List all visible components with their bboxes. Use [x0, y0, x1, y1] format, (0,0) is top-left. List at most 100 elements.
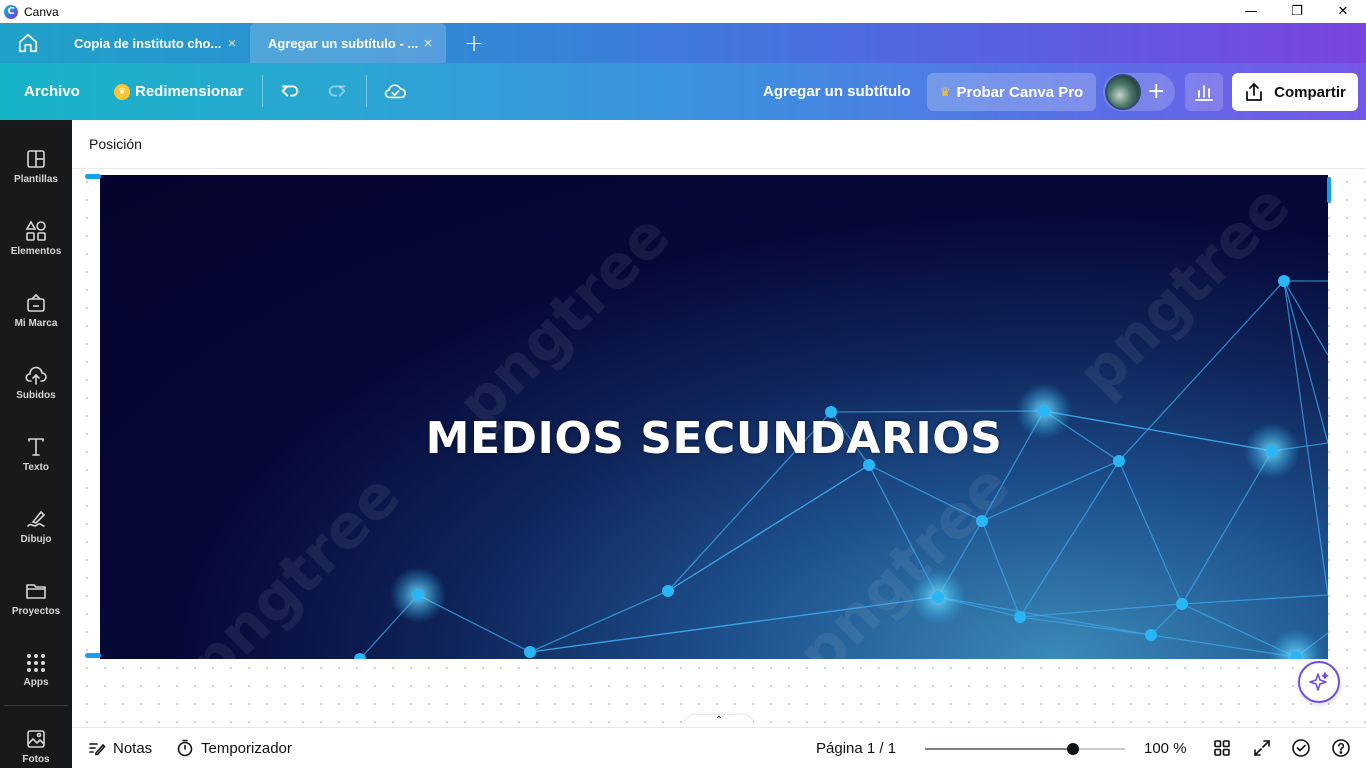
notes-button[interactable]: Notas	[88, 739, 152, 757]
close-window-button[interactable]: ✕	[1320, 0, 1366, 23]
network-node	[976, 515, 988, 527]
network-line	[1150, 603, 1183, 636]
undo-button[interactable]	[274, 75, 306, 107]
uploads-icon	[25, 366, 47, 385]
share-label: Compartir	[1274, 83, 1346, 101]
position-button[interactable]: Posición	[89, 136, 142, 152]
sidebar-item-brand[interactable]: Mi Marca	[0, 280, 72, 340]
sidebar-item-text[interactable]: Texto	[0, 424, 72, 484]
network-line	[937, 596, 1152, 636]
minimize-button[interactable]: —	[1228, 0, 1274, 23]
window-controls: — ❐ ✕	[1228, 0, 1366, 23]
network-line	[981, 520, 1021, 618]
file-menu-button[interactable]: Archivo	[24, 83, 80, 100]
tab-close-icon[interactable]: ×	[420, 35, 436, 52]
network-node	[1278, 275, 1290, 287]
timer-label: Temporizador	[201, 739, 292, 757]
redo-icon	[328, 85, 346, 97]
tab-close-icon[interactable]: ×	[224, 35, 240, 52]
canva-logo-icon: C	[4, 4, 18, 19]
sidebar-item-label: Texto	[23, 461, 49, 473]
sidebar-item-apps[interactable]: Apps	[0, 640, 72, 700]
fullscreen-button[interactable]	[1251, 737, 1273, 759]
sidebar-item-label: Fotos	[22, 754, 50, 765]
crown-icon: ♛	[939, 85, 951, 99]
toolbar-divider	[262, 75, 263, 107]
network-line	[1019, 603, 1183, 618]
zoom-slider-fill	[925, 748, 1073, 750]
network-node	[1145, 629, 1157, 641]
new-tab-button[interactable]: +	[446, 23, 502, 63]
sidebar-divider	[4, 705, 68, 706]
resize-button[interactable]: ♛ Redimensionar	[114, 83, 243, 100]
sidebar-item-label: Apps	[23, 676, 49, 688]
network-line	[1118, 460, 1183, 605]
headline-text[interactable]: MEDIOS SECUNDARIOS	[100, 413, 1328, 464]
share-button[interactable]: Compartir	[1232, 73, 1358, 111]
apps-icon	[27, 653, 45, 672]
network-line	[830, 410, 1045, 413]
elements-icon	[25, 219, 46, 241]
sidebar-item-elements[interactable]: Elementos	[0, 208, 72, 268]
pages-panel-toggle[interactable]: ⌃	[684, 715, 754, 727]
network-node	[1014, 611, 1026, 623]
sidebar-item-photos[interactable]: Fotos	[0, 716, 72, 768]
cloud-check-icon	[384, 84, 406, 99]
grid-view-icon	[1214, 740, 1230, 756]
selection-handle[interactable]	[85, 653, 101, 658]
sidebar-item-draw[interactable]: Dibujo	[0, 496, 72, 556]
check-status-button[interactable]	[1290, 737, 1312, 759]
help-icon	[1332, 739, 1350, 757]
check-circle-icon	[1292, 739, 1310, 757]
grid-view-button[interactable]	[1211, 737, 1233, 759]
home-icon	[18, 33, 38, 53]
bar-chart-icon	[1195, 85, 1213, 101]
resize-label: Redimensionar	[135, 83, 244, 100]
editor-toolbar: Archivo ♛ Redimensionar Agregar un subtí…	[0, 63, 1366, 120]
sidebar-item-label: Elementos	[10, 245, 62, 257]
selection-handle[interactable]	[85, 174, 101, 179]
design-title-field[interactable]: Agregar un subtítulo	[763, 83, 911, 100]
avatar[interactable]	[1105, 74, 1141, 110]
save-status-button[interactable]	[379, 75, 411, 107]
help-button[interactable]	[1330, 737, 1352, 759]
collaborators-group: +	[1103, 73, 1175, 111]
sidebar-item-templates[interactable]: Plantillas	[0, 136, 72, 196]
undo-icon	[281, 85, 299, 97]
templates-icon	[27, 149, 45, 168]
magic-assistant-button[interactable]	[1298, 661, 1340, 703]
network-node	[662, 585, 674, 597]
zoom-slider[interactable]	[925, 743, 1125, 755]
home-button[interactable]	[0, 23, 56, 63]
sidebar-item-projects[interactable]: Proyectos	[0, 568, 72, 628]
tab-label: Agregar un subtítulo - ...	[268, 35, 419, 51]
redo-button[interactable]	[321, 75, 353, 107]
add-collaborator-button[interactable]: +	[1147, 79, 1165, 104]
sidebar-item-uploads[interactable]: Subidos	[0, 352, 72, 412]
notes-icon	[89, 743, 106, 756]
share-icon	[1246, 83, 1263, 101]
tab-document-1[interactable]: Copia de instituto cho... ×	[56, 23, 250, 63]
bottom-bar: Notas Temporizador Página 1 / 1 100 %	[72, 727, 1366, 768]
app-title: Canva	[24, 4, 59, 19]
network-node	[932, 591, 944, 603]
selection-handle[interactable]	[1327, 177, 1331, 203]
timer-button[interactable]: Temporizador	[176, 739, 292, 757]
network-line	[981, 460, 1120, 522]
tab-label: Copia de instituto cho...	[74, 35, 222, 51]
network-line	[868, 464, 983, 522]
page-counter[interactable]: Página 1 / 1	[816, 740, 896, 757]
sparkle-icon	[1309, 672, 1329, 691]
design-page[interactable]: pngtree pngtree pngtree pngtree MEDIOS S…	[100, 175, 1328, 659]
zoom-value[interactable]: 100 %	[1144, 740, 1187, 757]
maximize-button[interactable]: ❐	[1274, 0, 1320, 23]
network-line	[1019, 616, 1152, 636]
try-canva-pro-button[interactable]: ♛ Probar Canva Pro	[927, 73, 1096, 111]
sidebar-item-label: Mi Marca	[14, 317, 58, 329]
fullscreen-icon	[1254, 740, 1270, 756]
insights-button[interactable]	[1185, 73, 1223, 111]
tab-document-2-active[interactable]: Agregar un subtítulo - ... ×	[250, 23, 446, 63]
sidebar-item-label: Dibujo	[20, 533, 52, 545]
canvas-area[interactable]: pngtree pngtree pngtree pngtree MEDIOS S…	[72, 169, 1366, 727]
zoom-slider-handle[interactable]	[1067, 743, 1079, 755]
